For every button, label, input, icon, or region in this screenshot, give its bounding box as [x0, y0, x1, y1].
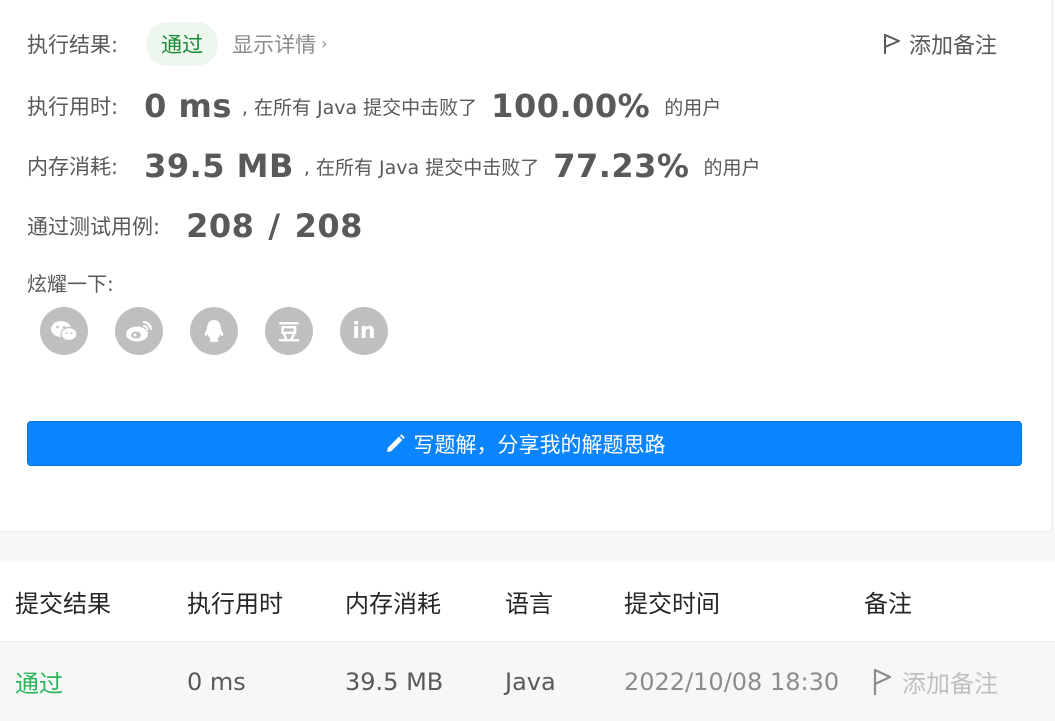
write-solution-button[interactable]: 写题解，分享我的解题思路 [27, 421, 1022, 466]
share-icons: 豆 in [40, 307, 388, 355]
runtime-value: 0 ms [144, 87, 232, 125]
result-row: 执行结果: 通过 显示详情 › [27, 21, 327, 66]
runtime-beat-text: , 在所有 Java 提交中击败了 [241, 96, 478, 119]
row-runtime: 0 ms [187, 667, 246, 696]
runtime-suffix: 的用户 [664, 96, 722, 119]
memory-suffix: 的用户 [703, 156, 761, 179]
memory-percent: 77.23% [553, 147, 690, 185]
table-header: 提交结果 执行用时 内存消耗 语言 提交时间 备注 [0, 562, 1055, 642]
qq-icon[interactable] [190, 307, 238, 355]
header-language: 语言 [505, 590, 553, 618]
show-details-label: 显示详情 [232, 32, 317, 57]
douban-icon[interactable]: 豆 [265, 307, 313, 355]
testcases-label: 通过测试用例: [27, 215, 161, 239]
status-badge: 通过 [146, 21, 219, 66]
header-memory: 内存消耗 [345, 590, 441, 618]
header-submit-time: 提交时间 [624, 590, 720, 618]
memory-value: 39.5 MB [144, 147, 294, 185]
runtime-percent: 100.00% [491, 87, 651, 125]
row-add-note-button[interactable]: 添加备注 [872, 664, 998, 699]
share-label: 炫耀一下: [27, 272, 114, 296]
weibo-icon[interactable] [115, 307, 163, 355]
chevron-right-icon: › [321, 34, 328, 53]
linkedin-icon[interactable]: in [340, 307, 388, 355]
testcases-total: 208 [294, 207, 363, 245]
row-language: Java [505, 667, 556, 696]
submissions-table: 提交结果 执行用时 内存消耗 语言 提交时间 备注 通过 0 ms 39.5 M… [0, 562, 1055, 721]
testcases-separator: / [268, 207, 281, 245]
row-status-link[interactable]: 通过 [15, 664, 63, 699]
result-card: 执行结果: 通过 显示详情 › 添加备注 执行用时: 0 ms , 在所有 Ja… [0, 0, 1052, 532]
row-submit-time: 2022/10/08 18:30 [624, 667, 840, 696]
row-memory: 39.5 MB [345, 667, 444, 696]
runtime-row: 执行用时: 0 ms , 在所有 Java 提交中击败了 100.00% 的用户 [27, 85, 721, 127]
wechat-icon[interactable] [40, 307, 88, 355]
testcases-row: 通过测试用例: 208 / 208 [27, 205, 363, 247]
row-add-note-label: 添加备注 [902, 670, 998, 698]
show-details-link[interactable]: 显示详情 › [232, 29, 327, 59]
header-runtime: 执行用时 [187, 590, 283, 618]
table-row: 通过 0 ms 39.5 MB Java 2022/10/08 18:30 添加… [0, 642, 1055, 721]
pencil-icon [386, 433, 405, 452]
runtime-label: 执行用时: [27, 95, 119, 119]
header-status: 提交结果 [15, 590, 111, 618]
memory-label: 内存消耗: [27, 155, 119, 179]
result-label: 执行结果: [27, 32, 119, 57]
douban-glyph: 豆 [277, 321, 300, 346]
flag-icon [883, 34, 900, 54]
add-note-button[interactable]: 添加备注 [883, 28, 997, 60]
testcases-passed: 208 [186, 207, 255, 245]
add-note-label: 添加备注 [908, 34, 997, 59]
write-solution-label: 写题解，分享我的解题思路 [413, 432, 666, 457]
linkedin-glyph: in [352, 318, 376, 344]
flag-icon [873, 668, 892, 695]
header-note: 备注 [864, 590, 912, 618]
memory-beat-text: , 在所有 Java 提交中击败了 [303, 156, 540, 179]
memory-row: 内存消耗: 39.5 MB , 在所有 Java 提交中击败了 77.23% 的… [27, 145, 761, 187]
